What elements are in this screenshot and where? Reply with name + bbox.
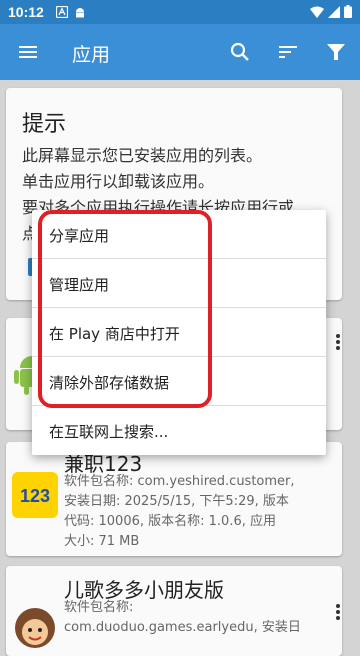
status-bar: 10:12: [0, 0, 360, 24]
app-detail-line: 安装日期: 2025/5/15, 下午5:29, 版本: [64, 494, 289, 509]
android-icon: [74, 5, 86, 18]
notification-a-icon: [55, 5, 69, 19]
page-title: 应用: [72, 44, 111, 66]
app-detail-line: com.duoduo.games.earlyedu, 安装日: [64, 620, 301, 635]
app-detail-line: 软件包名称:: [64, 600, 134, 615]
menu-icon[interactable]: [16, 40, 40, 64]
svg-text:123: 123: [20, 486, 50, 506]
tip-title: 提示: [22, 112, 67, 137]
signal-icon: [328, 5, 340, 18]
menu-item-label: 在互联网上搜索...: [49, 423, 169, 441]
list-item[interactable]: 儿歌多多小朋友版 软件包名称: com.duoduo.games.earlyed…: [6, 566, 342, 656]
app-details: 软件包名称: com.yeshired.customer, 安装日期: 2025…: [64, 472, 314, 552]
wifi-icon: [310, 5, 324, 18]
app-icon: [12, 604, 58, 650]
battery-icon: [344, 5, 352, 18]
list-item[interactable]: 123 兼职123 软件包名称: com.yeshired.customer, …: [6, 442, 342, 556]
app-icon: 123: [12, 472, 58, 518]
tip-line: 单击应用行以卸载该应用。: [22, 172, 215, 191]
app-detail-line: 大小: 71 MB: [64, 534, 140, 549]
app-detail-line: 代码: 10006, 版本名称: 1.0.6, 应用: [64, 514, 276, 529]
app-bar: 应用: [0, 24, 360, 80]
overflow-menu-icon[interactable]: [332, 602, 344, 622]
filter-icon[interactable]: [324, 40, 348, 64]
search-icon[interactable]: [228, 40, 252, 64]
tip-line: 此屏幕显示您已安装应用的列表。: [22, 146, 263, 165]
sort-icon[interactable]: [276, 40, 300, 64]
highlight-annotation: [38, 210, 212, 408]
menu-item-search-web[interactable]: 在互联网上搜索...: [32, 406, 326, 455]
app-detail-line: 软件包名称: com.yeshired.customer,: [64, 474, 295, 489]
app-details: 软件包名称: com.duoduo.games.earlyedu, 安装日: [64, 598, 314, 638]
status-time: 10:12: [8, 4, 44, 20]
overflow-menu-icon[interactable]: [332, 332, 344, 352]
